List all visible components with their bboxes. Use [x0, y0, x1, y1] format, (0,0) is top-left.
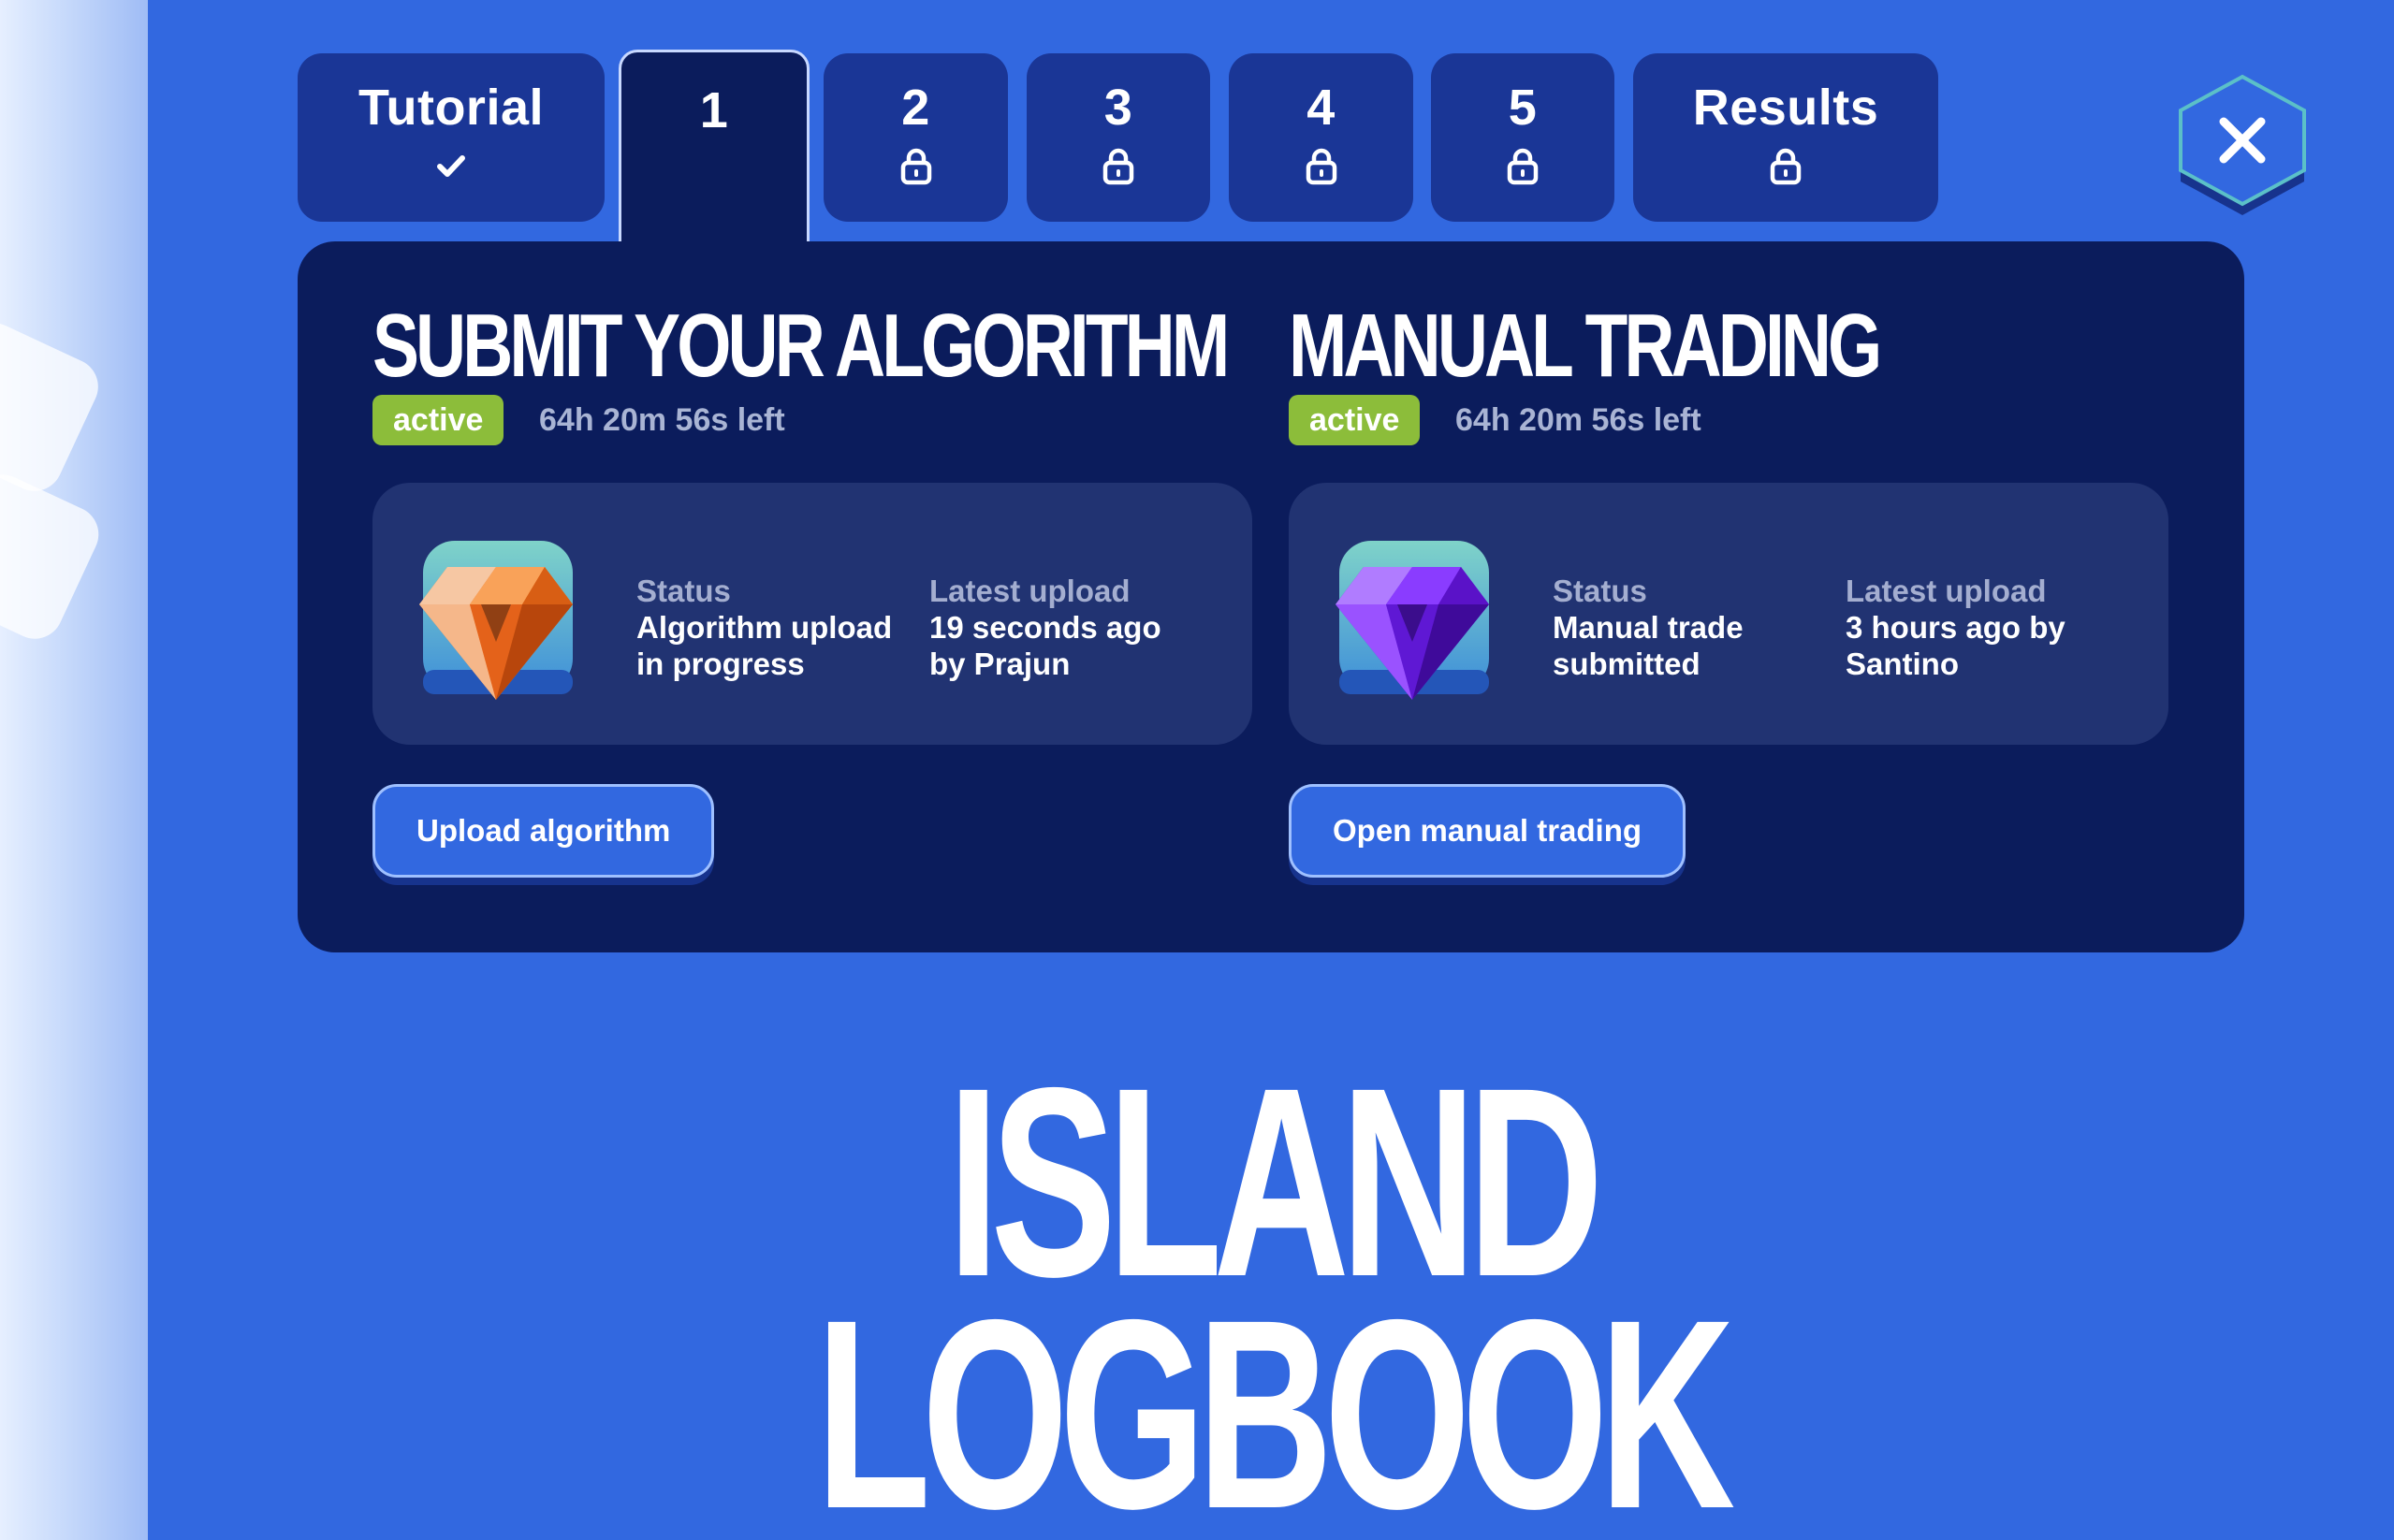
open-manual-trading-button[interactable]: Open manual trading [1289, 784, 1686, 878]
tab-label: 3 [1103, 80, 1133, 136]
background-decoration [0, 0, 148, 1540]
tab-label: Tutorial [358, 80, 544, 136]
tab-label: 1 [699, 82, 729, 138]
lock-icon [900, 148, 931, 185]
upload-algorithm-button[interactable]: Upload algorithm [372, 784, 715, 878]
tab-4[interactable]: 4 [1229, 53, 1413, 222]
status-value: Manual trade submitted [1553, 610, 1744, 681]
manual-trading-info-card: Status Manual trade submitted Latest upl… [1289, 483, 2168, 745]
latest-upload-column: Latest upload 3 hours ago by Santino [1846, 573, 2154, 682]
latest-upload-value: 19 seconds ago by Prajun [929, 610, 1161, 681]
tab-label: Results [1692, 80, 1879, 136]
lock-icon [1306, 148, 1336, 185]
logbook-heading-line2: LOGBOOK [815, 1264, 1736, 1540]
latest-upload-label: Latest upload [1846, 574, 2047, 608]
round-panel: SUBMIT YOUR ALGORITHM active 64h 20m 56s… [298, 241, 2244, 952]
island-logbook-heading: ISLAND LOGBOOK [148, 1048, 2394, 1540]
time-left: 64h 20m 56s left [1455, 402, 1701, 438]
status-label: Status [636, 574, 731, 608]
check-icon [437, 155, 465, 177]
latest-upload-label: Latest upload [929, 574, 1131, 608]
tab-label: 4 [1306, 80, 1336, 136]
status-badge: active [372, 395, 504, 445]
latest-upload-column: Latest upload 19 seconds ago by Prajun [929, 573, 1238, 682]
tab-label: 5 [1508, 80, 1538, 136]
tab-2[interactable]: 2 [824, 53, 1008, 222]
latest-upload-value: 3 hours ago by Santino [1846, 610, 2066, 681]
tab-tutorial[interactable]: Tutorial [298, 53, 605, 222]
purple-gem-icon [1336, 541, 1489, 700]
algorithm-title: SUBMIT YOUR ALGORITHM [372, 296, 1230, 396]
status-badge: active [1289, 395, 1421, 445]
lock-icon [1507, 148, 1539, 185]
algorithm-info-card: Status Algorithm upload in progress Late… [372, 483, 1252, 745]
status-label: Status [1553, 574, 1647, 608]
tab-results[interactable]: Results [1633, 53, 1938, 222]
orange-gem-icon [419, 541, 573, 700]
status-column: Status Algorithm upload in progress [636, 573, 917, 682]
manual-trading-title: MANUAL TRADING [1289, 296, 1882, 396]
tab-5[interactable]: 5 [1431, 53, 1614, 222]
time-left: 64h 20m 56s left [539, 402, 785, 438]
status-column: Status Manual trade submitted [1553, 573, 1833, 682]
tab-label: 2 [901, 80, 930, 136]
lock-icon [1770, 148, 1802, 185]
close-button[interactable] [2176, 73, 2309, 221]
lock-icon [1102, 148, 1134, 185]
status-value: Algorithm upload in progress [636, 610, 893, 681]
tab-3[interactable]: 3 [1027, 53, 1210, 222]
close-icon [2179, 74, 2306, 215]
tab-1[interactable]: 1 [619, 50, 810, 243]
